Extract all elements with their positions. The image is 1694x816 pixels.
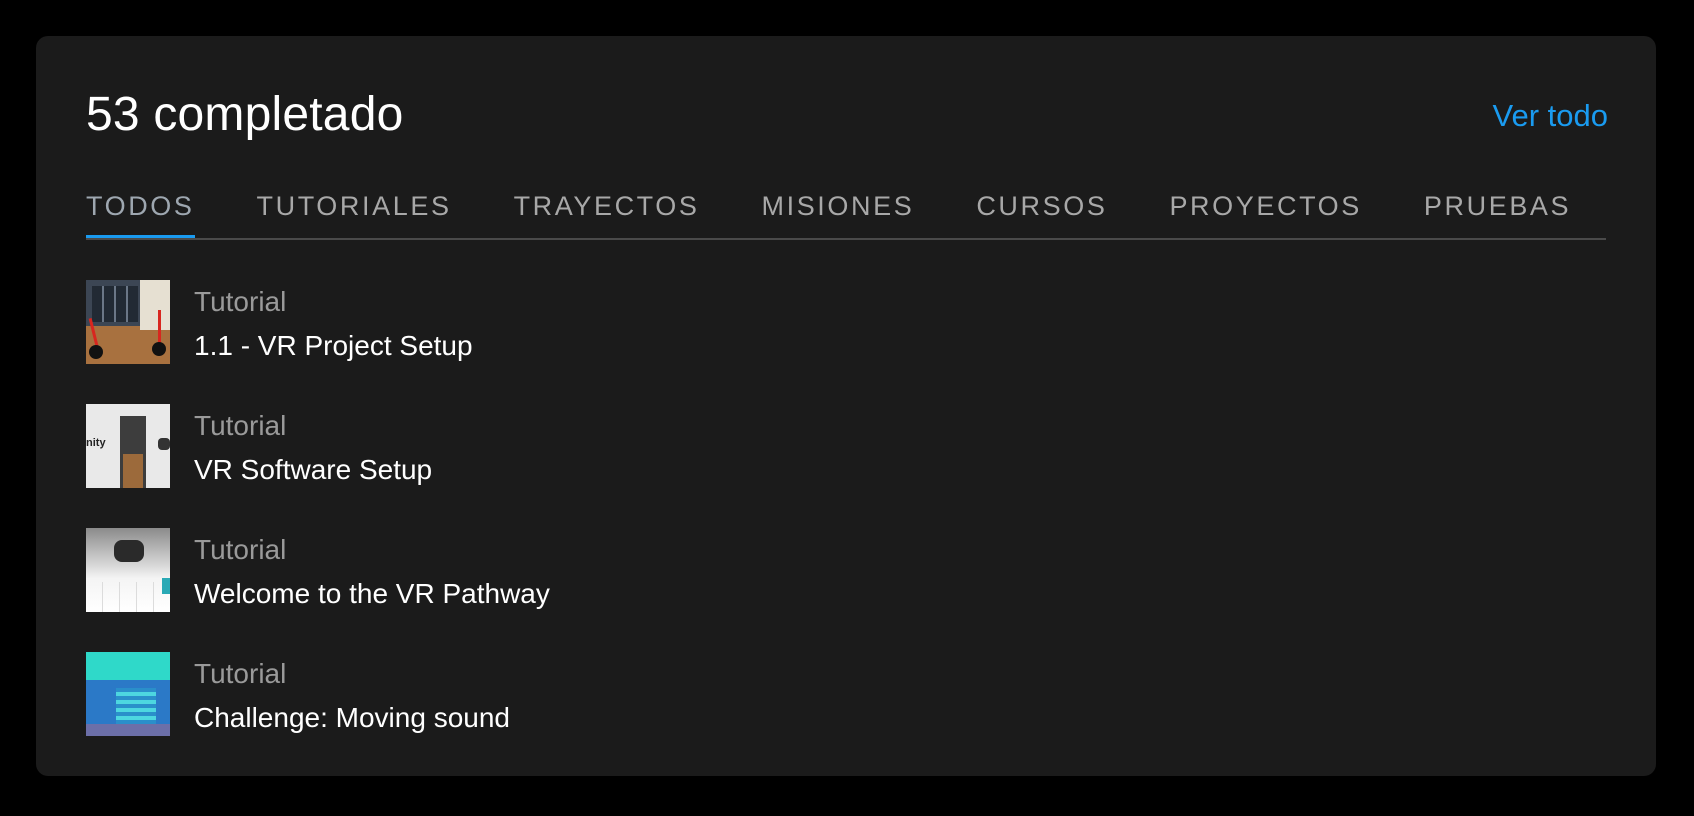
- list-item[interactable]: nity Tutorial VR Software Setup: [86, 404, 1386, 488]
- tab-tutoriales[interactable]: TUTORIALES: [257, 190, 452, 236]
- item-title: 1.1 - VR Project Setup: [194, 330, 473, 361]
- item-title: Welcome to the VR Pathway: [194, 578, 550, 609]
- tab-cursos[interactable]: CURSOS: [976, 190, 1107, 236]
- thumbnail-image: [86, 528, 170, 612]
- thumbnail-image: [86, 280, 170, 364]
- item-title: VR Software Setup: [194, 454, 433, 485]
- list-item[interactable]: Tutorial Challenge: Moving sound: [86, 652, 1386, 736]
- item-type-label: Tutorial: [194, 658, 287, 689]
- item-title: Challenge: Moving sound: [194, 702, 510, 733]
- tab-proyectos[interactable]: PROYECTOS: [1169, 190, 1361, 236]
- see-all-link[interactable]: Ver todo: [1493, 96, 1608, 136]
- tab-trayectos[interactable]: TRAYECTOS: [514, 190, 700, 236]
- tab-todos[interactable]: TODOS: [86, 190, 195, 238]
- completed-list: Tutorial 1.1 - VR Project Setup nity Tut…: [86, 280, 1386, 776]
- thumbnail-image: nity: [86, 404, 170, 488]
- thumbnail-logo-text: nity: [86, 437, 106, 449]
- tab-misiones[interactable]: MISIONES: [762, 190, 915, 236]
- thumbnail-image: [86, 652, 170, 736]
- card-title: 53 completado: [86, 88, 404, 141]
- list-item[interactable]: Tutorial Welcome to the VR Pathway: [86, 528, 1386, 612]
- item-type-label: Tutorial: [194, 534, 287, 565]
- tab-pruebas[interactable]: PRUEBAS: [1424, 190, 1571, 236]
- list-item[interactable]: Tutorial 1.1 - VR Project Setup: [86, 280, 1386, 364]
- filter-tabs: TODOS TUTORIALES TRAYECTOS MISIONES CURS…: [86, 190, 1606, 240]
- item-type-label: Tutorial: [194, 286, 287, 317]
- item-type-label: Tutorial: [194, 410, 287, 441]
